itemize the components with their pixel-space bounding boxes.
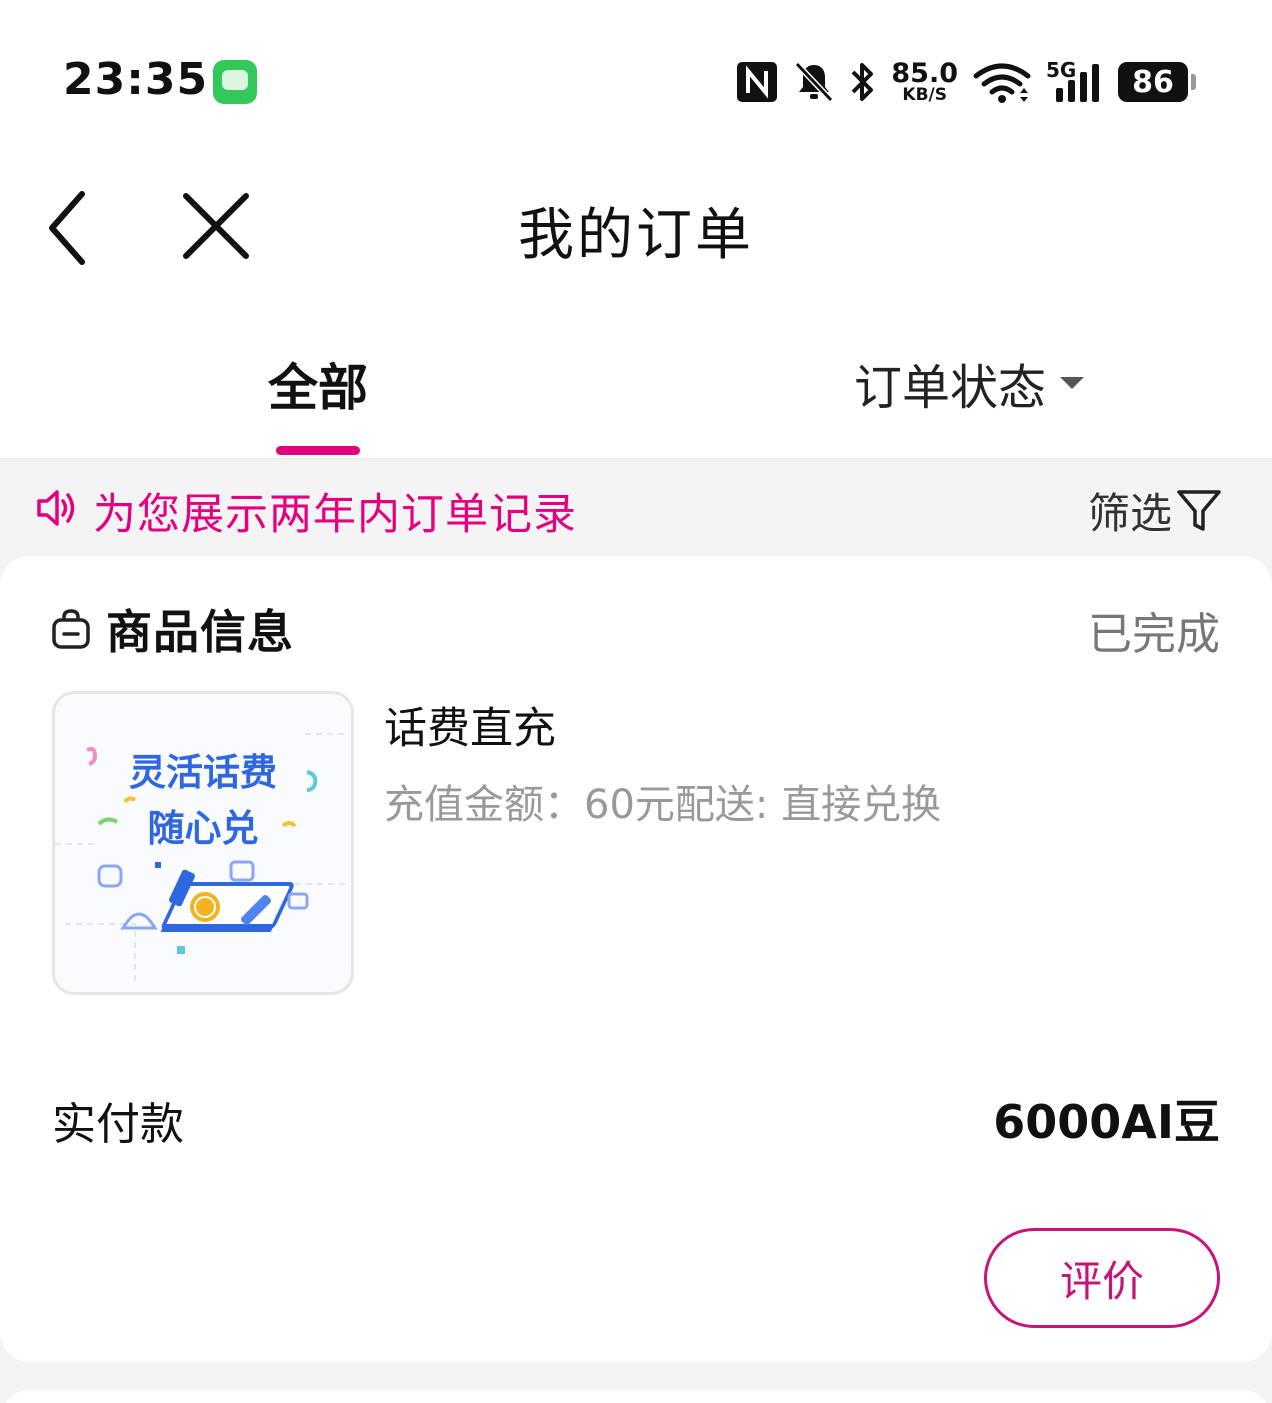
review-button[interactable]: 评价 <box>984 1228 1220 1328</box>
wifi-icon <box>973 63 1031 103</box>
battery-level: 86 <box>1132 64 1174 100</box>
product-description: 充值金额：60元配送: 直接兑换 <box>384 782 942 828</box>
nav-bar: 我的订单 <box>0 140 1272 310</box>
paid-amount-value: 6000AI豆 <box>993 1095 1220 1149</box>
order-card-header: 商品信息 <box>50 596 294 662</box>
notice-bar: 为您展示两年内订单记录 筛选 <box>0 460 1272 556</box>
mute-icon <box>795 61 834 103</box>
net-speed-unit: KB/S <box>902 85 947 105</box>
tab-all[interactable]: 全部 <box>268 348 368 420</box>
product-thumbnail[interactable]: 灵活话费 随心兑 <box>52 691 354 995</box>
thumbnail-text-line2: 随心兑 <box>147 807 259 850</box>
next-order-card <box>0 1390 1272 1403</box>
caret-down-icon <box>1060 377 1085 389</box>
shopping-bag-icon <box>52 609 90 649</box>
status-icons: 85.0 KB/S 5G 86 <box>735 58 1196 106</box>
thumbnail-text-line1: 灵活话费 <box>129 751 277 794</box>
section-label: 商品信息 <box>106 605 294 659</box>
order-status: 已完成 <box>1088 609 1220 660</box>
net-speed-value: 85.0 <box>891 58 958 89</box>
status-bar: 23:35 85.0 KB/S 5G 86 <box>0 0 1272 140</box>
tab-order-status-label: 订单状态 <box>854 360 1047 416</box>
status-time: 23:35 <box>63 54 209 105</box>
bluetooth-icon <box>851 63 874 101</box>
signal-icon: 5G <box>1046 58 1104 104</box>
tab-bar: 全部 订单状态 <box>0 310 1272 460</box>
net-speed: 85.0 KB/S <box>891 60 958 104</box>
filter-button[interactable]: 筛选 <box>1088 480 1222 541</box>
active-tab-indicator <box>276 446 360 455</box>
filter-label: 筛选 <box>1087 489 1172 538</box>
tab-order-status[interactable]: 订单状态 <box>854 348 1085 418</box>
network-type: 5G <box>1046 58 1077 82</box>
message-app-icon <box>213 60 257 104</box>
nfc-icon <box>737 62 778 102</box>
battery-icon: 86 <box>1118 62 1196 102</box>
paid-amount-label: 实付款 <box>52 1099 184 1150</box>
speaker-icon <box>37 490 75 526</box>
product-name[interactable]: 话费直充 <box>384 694 556 756</box>
notice-text: 为您展示两年内订单记录 <box>93 490 577 540</box>
page-title: 我的订单 <box>518 203 754 268</box>
app-root: 23:35 85.0 KB/S 5G 86 我的订单 全部 订单状态 为您展示两… <box>0 0 1272 1403</box>
filter-icon <box>1177 489 1221 531</box>
order-card[interactable]: 商品信息 已完成 灵活话费 随心兑 话费直充 充值金额：60元配送: 直接兑换 … <box>0 556 1272 1362</box>
